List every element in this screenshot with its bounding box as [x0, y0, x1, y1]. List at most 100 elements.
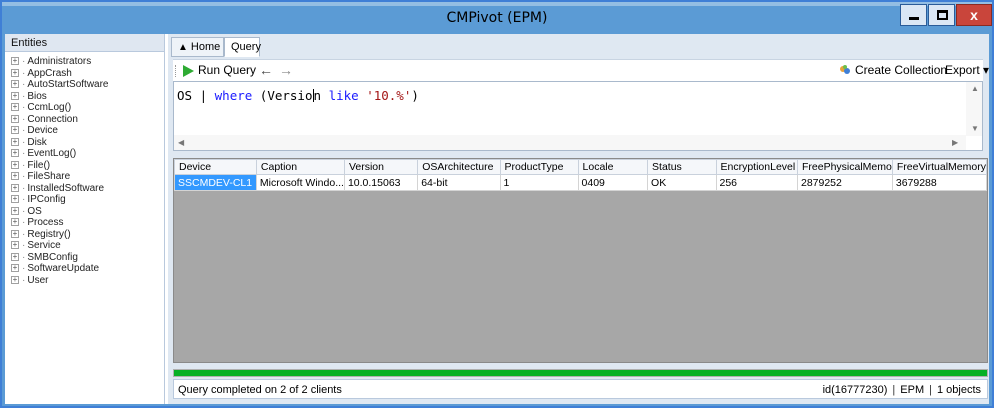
- entity-item[interactable]: + · File(): [5, 160, 164, 172]
- entity-item[interactable]: + · Administrators: [5, 56, 164, 68]
- tree-connector: ·: [22, 90, 26, 102]
- expand-icon[interactable]: +: [11, 218, 19, 227]
- entity-label: Device: [27, 125, 58, 136]
- expand-icon[interactable]: +: [11, 137, 19, 146]
- entity-item[interactable]: + · OS: [5, 206, 164, 218]
- status-site: EPM: [900, 384, 925, 396]
- column-header[interactable]: Locale: [577, 159, 649, 175]
- entity-item[interactable]: + · Process: [5, 217, 164, 229]
- expand-icon[interactable]: +: [11, 103, 19, 112]
- expand-icon[interactable]: +: [11, 183, 19, 192]
- scroll-up-icon[interactable]: ▲: [971, 84, 979, 93]
- entity-item[interactable]: + · Registry(): [5, 229, 164, 241]
- expand-icon[interactable]: +: [11, 80, 19, 89]
- expand-icon[interactable]: +: [11, 57, 19, 66]
- minimize-button[interactable]: [900, 4, 927, 26]
- entity-item[interactable]: + · IPConfig: [5, 194, 164, 206]
- entity-item[interactable]: + · SMBConfig: [5, 252, 164, 264]
- query-token: (Versio: [252, 88, 313, 103]
- column-header[interactable]: Caption: [255, 159, 345, 175]
- editor-horizontal-scrollbar[interactable]: ◀ ▶: [174, 135, 966, 150]
- entity-item[interactable]: + · SoftwareUpdate: [5, 263, 164, 275]
- editor-vertical-scrollbar[interactable]: ▲ ▼: [966, 82, 982, 136]
- column-header[interactable]: FreePhysicalMemo: [796, 159, 893, 175]
- results-grid-container: Device Caption Version OSArchitecture Produc…: [173, 158, 988, 363]
- expand-icon[interactable]: +: [11, 68, 19, 77]
- entity-item[interactable]: + · CcmLog(): [5, 102, 164, 114]
- column-header[interactable]: Version: [343, 159, 419, 175]
- scroll-right-icon[interactable]: ▶: [952, 138, 958, 147]
- expand-icon[interactable]: +: [11, 275, 19, 284]
- entity-item[interactable]: + · User: [5, 275, 164, 287]
- grid-header-row: Device Caption Version OSArchitecture Produc…: [174, 159, 988, 175]
- column-header[interactable]: Device: [174, 159, 257, 175]
- entity-item[interactable]: + · AutoStartSoftware: [5, 79, 164, 91]
- run-query-button[interactable]: Run Query: [183, 63, 256, 79]
- table-row[interactable]: SSCMDEV-CL1 Microsoft Windo... 10.0.15063 6…: [174, 174, 988, 191]
- expand-icon[interactable]: +: [11, 206, 19, 215]
- table-cell[interactable]: 3679288: [891, 174, 988, 191]
- expand-icon[interactable]: +: [11, 252, 19, 261]
- expand-icon[interactable]: +: [11, 195, 19, 204]
- table-cell[interactable]: OK: [647, 174, 717, 191]
- entity-item[interactable]: + · Bios: [5, 91, 164, 103]
- tree-connector: ·: [22, 136, 26, 148]
- entity-label: FileShare: [27, 171, 71, 182]
- query-text: OS | where (Version like '10.%'): [177, 88, 419, 103]
- column-header[interactable]: OSArchitecture: [417, 159, 501, 175]
- column-header[interactable]: FreeVirtualMemory: [891, 159, 988, 175]
- table-cell[interactable]: SSCMDEV-CL1: [174, 174, 257, 191]
- maximize-button[interactable]: [928, 4, 955, 26]
- create-collection-button[interactable]: Create Collection: [839, 63, 947, 77]
- entity-item[interactable]: + · Disk: [5, 137, 164, 149]
- query-editor[interactable]: OS | where (Version like '10.%') ▲ ▼ ◀ ▶: [173, 81, 983, 151]
- table-cell[interactable]: 64-bit: [417, 174, 501, 191]
- tree-connector: ·: [22, 159, 26, 171]
- table-cell[interactable]: 256: [715, 174, 798, 191]
- entity-item[interactable]: + · FileShare: [5, 171, 164, 183]
- tree-connector: ·: [22, 263, 26, 274]
- entity-item[interactable]: + · AppCrash: [5, 68, 164, 80]
- table-cell[interactable]: Microsoft Windo...: [255, 174, 345, 191]
- expand-icon[interactable]: +: [11, 160, 19, 169]
- expand-icon[interactable]: +: [11, 149, 19, 158]
- entity-item[interactable]: + · Device: [5, 125, 164, 137]
- expand-icon[interactable]: +: [11, 172, 19, 181]
- table-cell[interactable]: 2879252: [796, 174, 893, 191]
- table-cell[interactable]: 0409: [577, 174, 649, 191]
- table-cell[interactable]: 1: [499, 174, 579, 191]
- status-objects: 1 objects: [936, 384, 981, 396]
- column-header[interactable]: ProductType: [499, 159, 579, 175]
- entity-item[interactable]: + · EventLog(): [5, 148, 164, 160]
- maximize-icon: [937, 10, 948, 20]
- scroll-left-icon[interactable]: ◀: [178, 138, 184, 147]
- entity-item[interactable]: + · InstalledSoftware: [5, 183, 164, 195]
- title-bar[interactable]: CMPivot (EPM) x: [2, 2, 992, 34]
- expand-icon[interactable]: +: [11, 264, 19, 273]
- entities-panel: Entities + · Administrators + · AppCrash + · Aut…: [5, 34, 165, 404]
- entity-item[interactable]: + · Service: [5, 240, 164, 252]
- expand-icon[interactable]: +: [11, 126, 19, 135]
- export-dropdown[interactable]: Export ▾: [945, 63, 989, 77]
- table-cell[interactable]: 10.0.15063: [343, 174, 419, 191]
- results-grid: Device Caption Version OSArchitecture Produc…: [174, 159, 988, 191]
- scroll-down-icon[interactable]: ▼: [971, 124, 979, 133]
- entity-label: AutoStartSoftware: [27, 79, 109, 90]
- entity-label: InstalledSoftware: [27, 182, 105, 194]
- query-progress-bar: [173, 369, 988, 377]
- left-arrow-icon[interactable]: ←: [259, 62, 273, 78]
- expand-icon[interactable]: +: [11, 114, 19, 123]
- tree-connector: ·: [22, 171, 26, 182]
- expand-icon[interactable]: +: [11, 229, 19, 238]
- entities-tree[interactable]: + · Administrators + · AppCrash + · AutoStartSof…: [5, 52, 164, 286]
- expand-icon[interactable]: +: [11, 241, 19, 250]
- column-header[interactable]: EncryptionLevel: [715, 159, 798, 175]
- entity-item[interactable]: + · Connection: [5, 114, 164, 126]
- right-arrow-icon[interactable]: →: [279, 62, 293, 78]
- collection-icon: [840, 65, 850, 74]
- expand-icon[interactable]: +: [11, 91, 19, 100]
- column-header[interactable]: Status: [647, 159, 717, 175]
- tab-query[interactable]: Query: [224, 37, 261, 57]
- close-button[interactable]: x: [956, 4, 992, 26]
- tab-home[interactable]: ▲ Home: [171, 37, 224, 57]
